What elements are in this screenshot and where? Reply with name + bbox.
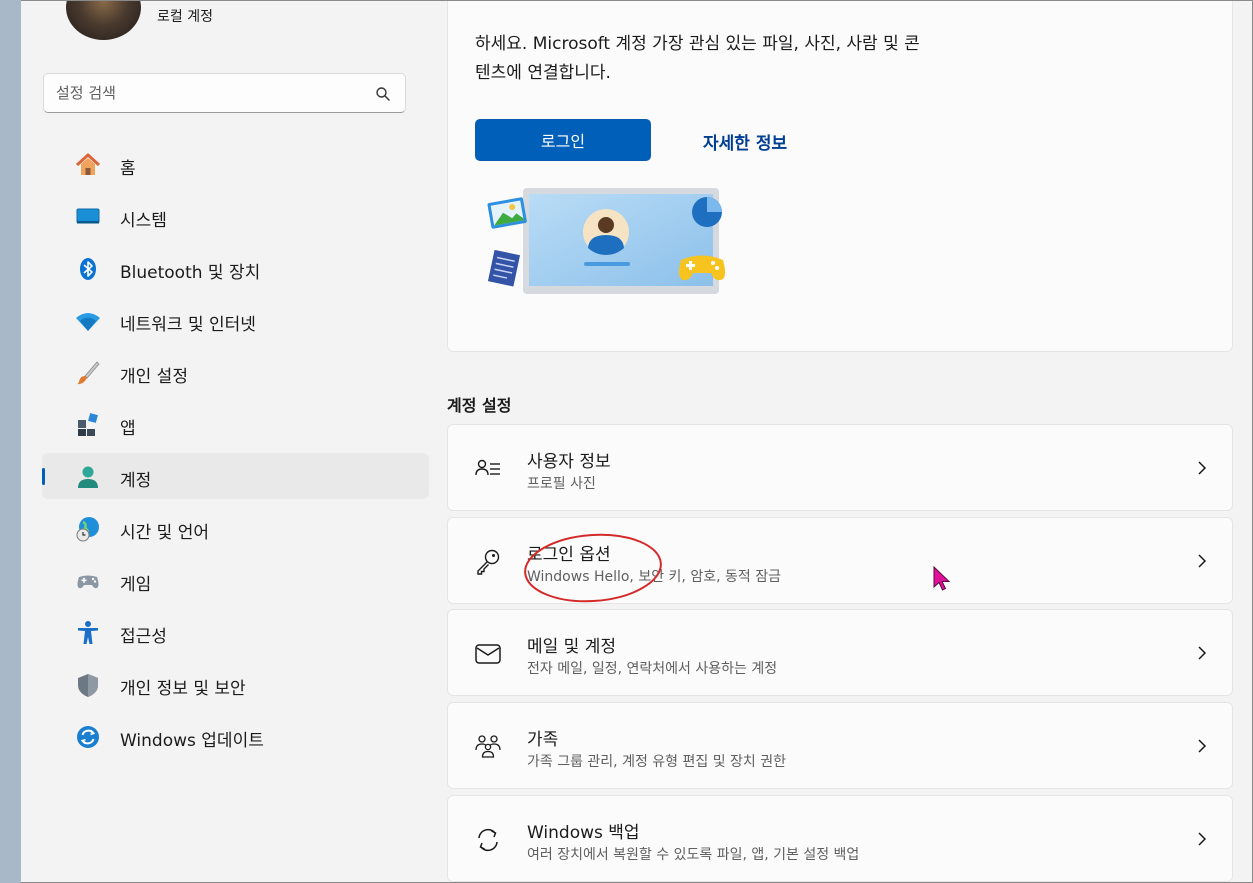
sidebar-item-bluetooth[interactable]: Bluetooth 및 장치: [42, 245, 429, 291]
sidebar-item-label: 개인 설정: [120, 367, 188, 387]
sidebar-item-network[interactable]: 네트워크 및 인터넷: [42, 297, 429, 343]
sidebar-item-privacy[interactable]: 개인 정보 및 보안: [42, 661, 429, 707]
sidebar-item-home[interactable]: 홈: [42, 141, 429, 187]
sidebar-item-label: Bluetooth 및 장치: [120, 263, 261, 283]
user-info-icon: [475, 459, 500, 476]
email-accounts-card[interactable]: 메일 및 계정 전자 메일, 일정, 연락처에서 사용하는 계정: [447, 609, 1233, 696]
sidebar-item-gaming[interactable]: 게임: [42, 557, 429, 603]
brush-icon: [77, 361, 100, 385]
accessibility-icon: [78, 621, 98, 644]
gamepad-icon: [77, 575, 99, 589]
card-subtitle: 가족 그룹 관리, 계정 유형 편집 및 장치 권한: [527, 754, 787, 770]
sidebar-item-personalization[interactable]: 개인 설정: [42, 349, 429, 395]
sidebar-item-apps[interactable]: 앱: [42, 401, 429, 447]
account-settings-title: 계정 설정: [447, 396, 512, 415]
account-illustration: [487, 188, 726, 294]
card-title: Windows 백업: [527, 823, 640, 843]
chevron-right-icon: [1198, 832, 1207, 846]
sidebar-item-label: 시간 및 언어: [120, 523, 210, 543]
bluetooth-icon: [80, 258, 96, 280]
chevron-right-icon: [1198, 646, 1207, 660]
chevron-right-icon: [1198, 554, 1207, 568]
card-title: 메일 및 계정: [527, 637, 617, 657]
key-icon: [477, 549, 500, 575]
main-content: 하세요. Microsoft 계정 가장 관심 있는 파일, 사진, 사람 및 …: [426, 0, 1253, 883]
card-subtitle: 프로필 사진: [527, 476, 596, 492]
sidebar: 로컬 계정 홈 시스템: [21, 0, 429, 883]
card-subtitle: 전자 메일, 일정, 연락처에서 사용하는 계정: [527, 661, 778, 677]
nav-list: 홈 시스템 Bluetooth 및 장치 네트워크 및 인터넷 개인 설정 앱 …: [42, 141, 429, 765]
chevron-right-icon: [1198, 461, 1207, 475]
sidebar-item-system[interactable]: 시스템: [42, 193, 429, 239]
signin-button[interactable]: 로그인: [475, 119, 651, 161]
sidebar-item-label: 홈: [120, 159, 136, 179]
family-card[interactable]: 가족 가족 그룹 관리, 계정 유형 편집 및 장치 권한: [447, 702, 1233, 789]
sidebar-item-accounts[interactable]: 계정: [42, 453, 429, 499]
home-icon: [75, 153, 101, 175]
card-subtitle: Windows Hello, 보안 키, 암호, 동적 잠금: [527, 569, 781, 585]
card-title: 가족: [527, 730, 559, 750]
more-info-link[interactable]: 자세한 정보: [703, 129, 787, 154]
sidebar-item-time-language[interactable]: 시간 및 언어: [42, 505, 429, 551]
sidebar-item-label: 개인 정보 및 보안: [120, 679, 246, 699]
family-icon: [475, 735, 501, 758]
sidebar-item-label: 시스템: [120, 211, 167, 231]
account-icon: [78, 466, 98, 488]
search-box[interactable]: [43, 73, 406, 113]
sidebar-item-label: 앱: [120, 419, 136, 439]
update-icon: [77, 726, 99, 748]
sidebar-item-label: 네트워크 및 인터넷: [120, 315, 256, 335]
promo-text-line: 텐츠에 연결합니다.: [475, 63, 611, 83]
signin-options-card[interactable]: 로그인 옵션 Windows Hello, 보안 키, 암호, 동적 잠금: [447, 517, 1233, 604]
sidebar-item-label: Windows 업데이트: [120, 731, 264, 751]
globe-clock-icon: [76, 517, 99, 542]
chevron-right-icon: [1198, 739, 1207, 753]
mail-icon: [475, 644, 501, 664]
shield-icon: [78, 674, 98, 697]
account-type-label: 로컬 계정: [157, 9, 213, 25]
user-info-card[interactable]: 사용자 정보 프로필 사진: [447, 424, 1233, 511]
monitor-icon: [76, 208, 100, 224]
search-icon[interactable]: [375, 86, 391, 102]
promo-text-line: 하세요. Microsoft 계정 가장 관심 있는 파일, 사진, 사람 및 …: [475, 34, 920, 54]
sidebar-item-accessibility[interactable]: 접근성: [42, 609, 429, 655]
windows-backup-card[interactable]: Windows 백업 여러 장치에서 복원할 수 있도록 파일, 앱, 기본 설…: [447, 795, 1233, 882]
card-title: 로그인 옵션: [527, 545, 611, 565]
sidebar-item-label: 계정: [120, 471, 152, 491]
card-subtitle: 여러 장치에서 복원할 수 있도록 파일, 앱, 기본 설정 백업: [527, 847, 860, 863]
apps-icon: [78, 413, 98, 436]
sidebar-item-windows-update[interactable]: Windows 업데이트: [42, 713, 429, 759]
desktop-edge: [0, 0, 21, 883]
backup-icon: [478, 828, 498, 852]
card-title: 사용자 정보: [527, 452, 611, 472]
promo-text: 하세요. Microsoft 계정 가장 관심 있는 파일, 사진, 사람 및 …: [475, 30, 995, 88]
avatar[interactable]: [66, 0, 141, 40]
sidebar-item-label: 게임: [120, 575, 152, 595]
sidebar-item-label: 접근성: [120, 627, 167, 647]
search-input[interactable]: [56, 74, 366, 112]
microsoft-account-promo-card: 하세요. Microsoft 계정 가장 관심 있는 파일, 사진, 사람 및 …: [447, 0, 1233, 352]
wifi-icon: [76, 313, 100, 331]
